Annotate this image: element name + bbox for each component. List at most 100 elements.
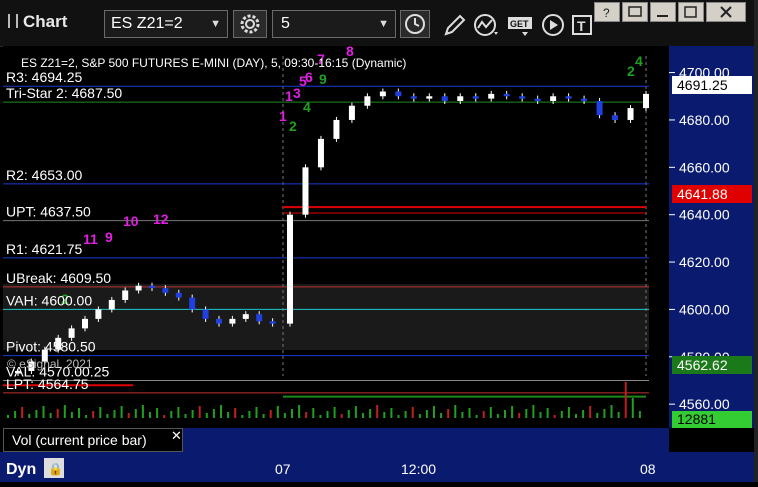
close-button[interactable] bbox=[706, 2, 746, 22]
volume-bar bbox=[383, 412, 386, 418]
chevron-down-icon[interactable]: ▼ bbox=[378, 11, 389, 37]
volume-bar bbox=[70, 412, 73, 418]
volume-bar bbox=[149, 412, 151, 418]
volume-bar bbox=[276, 406, 279, 418]
symbol-input[interactable]: ES Z21=2 ▼ bbox=[104, 10, 228, 38]
settings-button[interactable] bbox=[233, 10, 267, 38]
volume-bar bbox=[163, 415, 166, 418]
candle-body bbox=[149, 285, 155, 289]
volume-bar bbox=[99, 407, 102, 418]
study-icon[interactable] bbox=[472, 12, 500, 38]
time-label-08: 08 bbox=[640, 461, 656, 477]
price-chart[interactable]: 1 1 3 5 6 7 8 2 4 9 2 4 10 12 9 11 2 R3: 4694.25 Tri-Star… bbox=[3, 43, 669, 428]
volume-panel-label[interactable]: Vol (current price bar) bbox=[3, 428, 183, 452]
time-label-07: 07 bbox=[275, 461, 291, 477]
sequence-marker: 10 bbox=[123, 213, 139, 229]
volume-bar bbox=[347, 410, 350, 418]
price-tick-label: 4640.00 bbox=[679, 207, 730, 223]
window-border bbox=[754, 0, 758, 482]
volume-bar bbox=[489, 407, 492, 418]
volume-bar bbox=[234, 408, 237, 418]
price-tick-label: 4560.00 bbox=[679, 396, 730, 412]
red-marker-value: 4641.88 bbox=[677, 186, 728, 202]
volume-bar bbox=[283, 413, 286, 418]
volume-bar bbox=[28, 414, 31, 418]
volume-bar bbox=[390, 408, 393, 418]
volume-bar bbox=[326, 411, 329, 418]
candle-body bbox=[395, 91, 402, 97]
volume-bar bbox=[85, 415, 88, 418]
volume-bar bbox=[525, 409, 528, 418]
price-tick-label: 4660.00 bbox=[679, 159, 730, 175]
volume-bar bbox=[49, 413, 52, 418]
last-price-value: 4691.25 bbox=[677, 77, 728, 93]
candle-body bbox=[503, 93, 510, 97]
volume-bar bbox=[596, 413, 599, 418]
volume-bar bbox=[447, 409, 450, 418]
minimize-button[interactable] bbox=[650, 2, 676, 22]
draw-pencil-icon[interactable] bbox=[440, 12, 468, 38]
price-tick-label: 4680.00 bbox=[679, 112, 730, 128]
volume-bar bbox=[220, 405, 222, 418]
gear-icon bbox=[240, 14, 260, 34]
green-marker-value: 4562.62 bbox=[677, 357, 728, 373]
volume-bar bbox=[170, 411, 173, 418]
volume-bar bbox=[440, 413, 443, 418]
volume-bar bbox=[312, 408, 315, 418]
svg-text:T: T bbox=[577, 18, 586, 34]
link-window-icon bbox=[628, 6, 642, 17]
candle-body bbox=[122, 290, 129, 300]
interval-input[interactable]: 5 ▼ bbox=[272, 10, 396, 38]
volume-bar bbox=[319, 415, 322, 418]
volume-bar bbox=[532, 405, 535, 418]
window-title-label: Chart bbox=[23, 12, 68, 31]
volume-bar bbox=[269, 410, 272, 418]
candle-body bbox=[256, 314, 263, 322]
sequence-marker: 9 bbox=[105, 229, 113, 245]
level-label: UPT: 4637.50 bbox=[6, 204, 91, 220]
link-button[interactable] bbox=[622, 2, 648, 22]
candle-body bbox=[189, 297, 196, 310]
volume-bar bbox=[113, 410, 116, 418]
time-template-button[interactable] bbox=[400, 10, 430, 38]
get-data-icon[interactable]: GET bbox=[506, 12, 534, 38]
maximize-button[interactable] bbox=[678, 2, 704, 22]
window-title: Chart bbox=[8, 12, 67, 32]
play-icon[interactable] bbox=[540, 12, 568, 38]
toolbar: Chart ES Z21=2 ▼ 5 ▼ GET T ? bbox=[0, 0, 758, 47]
sequence-marker: 1 bbox=[285, 88, 293, 104]
volume-bar bbox=[212, 409, 215, 418]
volume-bar bbox=[482, 411, 485, 418]
chevron-down-icon[interactable]: ▼ bbox=[210, 11, 221, 37]
volume-bar bbox=[177, 407, 180, 418]
volume-bar bbox=[255, 407, 258, 418]
volume-bar bbox=[425, 410, 428, 418]
svg-text:🔒: 🔒 bbox=[48, 462, 63, 476]
volume-bar bbox=[156, 408, 159, 418]
symbol-value: ES Z21=2 bbox=[111, 15, 183, 32]
volume-bar bbox=[418, 414, 421, 418]
volume-bar bbox=[518, 413, 521, 418]
volume-bar bbox=[106, 414, 109, 418]
candle-body bbox=[302, 167, 309, 215]
volume-bar bbox=[248, 411, 251, 418]
price-tick-label: 4620.00 bbox=[679, 254, 730, 270]
dyn-label[interactable]: Dyn bbox=[6, 461, 36, 478]
help-button[interactable]: ? bbox=[594, 2, 620, 22]
drag-grip-icon[interactable] bbox=[8, 14, 18, 28]
time-axis[interactable]: Dyn 🔒 07 12:00 08 bbox=[0, 452, 758, 482]
candle-body bbox=[488, 93, 495, 99]
candle-body bbox=[202, 309, 209, 319]
volume-bar bbox=[92, 411, 95, 418]
volume-bar bbox=[333, 407, 336, 418]
volume-bar bbox=[241, 415, 244, 418]
candle-body bbox=[162, 288, 169, 293]
volume-bar bbox=[560, 411, 563, 418]
close-volume-icon[interactable]: ✕ bbox=[171, 428, 182, 444]
candle-body bbox=[82, 318, 88, 329]
candle-body bbox=[627, 108, 634, 120]
candle-body bbox=[269, 321, 276, 324]
price-axis[interactable]: 4700.00 4680.00 4660.00 4640.00 4620.00 4600.… bbox=[669, 46, 754, 428]
volume-bar bbox=[78, 408, 80, 418]
svg-text:?: ? bbox=[603, 6, 610, 20]
